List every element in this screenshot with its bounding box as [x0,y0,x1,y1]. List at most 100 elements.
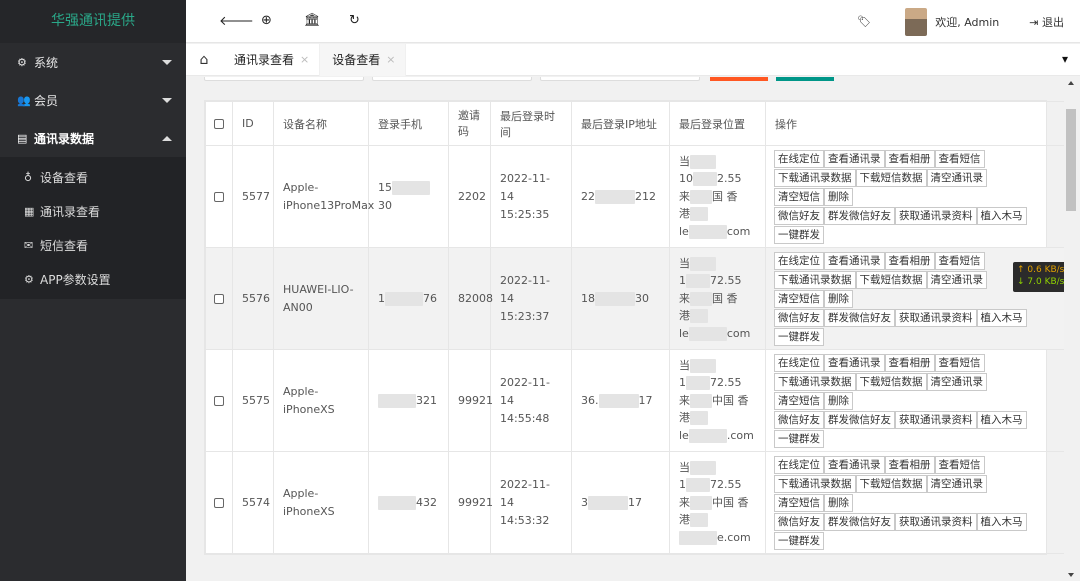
action-button[interactable]: 植入木马 [976,411,1027,429]
action-button[interactable]: 一键群发 [774,532,824,550]
action-button[interactable]: 查看短信 [934,354,985,372]
action-button[interactable]: 下载通讯录数据 [774,271,856,289]
sidebar-item-contacts[interactable]: ▦ 通讯录查看 [0,194,186,228]
action-button[interactable]: 微信好友 [774,513,824,531]
sidebar-item-system[interactable]: ⚙ 系统 [0,43,186,81]
action-button[interactable]: 微信好友 [774,207,824,225]
action-button[interactable]: 查看相册 [884,354,935,372]
device-name: Apple-iPhoneXS [283,384,335,416]
tab-devices[interactable]: 设备查看 × [320,43,407,76]
table-row[interactable]: 5574 Apple-iPhoneXS 432 99921 2022-11-14 14:5… [205,451,1066,554]
action-button[interactable]: 查看短信 [934,150,985,168]
action-button[interactable]: 删除 [824,188,853,206]
action-button[interactable]: 在线定位 [774,150,824,168]
home-icon[interactable]: ⌂ [186,52,222,68]
action-button[interactable]: 一键群发 [774,430,824,448]
scroll-thumb[interactable] [1066,109,1076,211]
select-all-checkbox[interactable] [214,119,224,129]
bank-icon[interactable]: 🏛 [304,13,321,28]
action-button[interactable]: 在线定位 [774,456,824,474]
action-button[interactable]: 群发微信好友 [824,207,895,225]
action-button[interactable]: 查看通讯录 [824,150,885,168]
sidebar-item-contacts-data[interactable]: ▤ 通讯录数据 [0,119,186,157]
action-button[interactable]: 删除 [824,392,853,410]
scroll-down-icon[interactable] [1068,573,1074,577]
action-button[interactable]: 清空短信 [774,494,824,512]
action-button[interactable]: 在线定位 [774,252,824,270]
action-button[interactable]: 查看相册 [884,150,935,168]
action-button[interactable]: 查看通讯录 [824,252,885,270]
scroll-up-icon[interactable] [1068,81,1074,85]
filter-input[interactable] [372,77,532,81]
action-button[interactable]: 群发微信好友 [824,309,895,327]
action-button[interactable]: 下载短信数据 [855,475,927,493]
action-button[interactable]: 查看通讯录 [824,456,885,474]
action-button[interactable]: 群发微信好友 [824,513,895,531]
action-button[interactable]: 清空短信 [774,392,824,410]
action-button[interactable]: 微信好友 [774,309,824,327]
action-button[interactable]: 一键群发 [774,328,824,346]
tag-icon[interactable]: 🏷 [857,15,871,28]
action-button[interactable]: 清空通讯录 [926,169,987,187]
close-icon[interactable]: × [386,53,395,66]
action-button[interactable]: 删除 [824,494,853,512]
sidebar-item-app-settings[interactable]: ⚙ APP参数设置 [0,262,186,296]
row-checkbox[interactable] [214,395,224,406]
action-button[interactable]: 下载通讯录数据 [774,475,856,493]
action-button[interactable]: 获取通讯录资料 [895,513,977,531]
action-button[interactable]: 群发微信好友 [824,411,895,429]
action-button[interactable]: 下载通讯录数据 [774,169,856,187]
table-row[interactable]: 5575 Apple-iPhoneXS 321 99921 2022-11-14 14:5… [205,349,1066,452]
redacted-block [690,513,708,528]
action-button[interactable]: 清空短信 [774,188,824,206]
scrollbar[interactable] [1064,77,1078,581]
row-checkbox[interactable] [214,293,224,304]
action-button[interactable]: 下载短信数据 [855,169,927,187]
device-name: HUAWEI-LIO-AN00 [283,282,354,314]
actions-cell: 在线定位 查看通讯录 查看相册 查看短信下载通讯录数据 下载短信数据 清空通讯录清空短信删… [765,145,1066,248]
action-button[interactable]: 清空短信 [774,290,824,308]
action-button[interactable]: 删除 [824,290,853,308]
action-button[interactable]: 获取通讯录资料 [895,309,977,327]
sidebar-submenu: ♁ 设备查看 ▦ 通讯录查看 ✉ 短信查看 ⚙ APP参数设置 [0,157,186,299]
action-button[interactable]: 一键群发 [774,226,824,244]
filter-input[interactable] [204,77,364,81]
action-button[interactable]: 植入木马 [976,309,1027,327]
sidebar-item-devices[interactable]: ♁ 设备查看 [0,160,186,194]
avatar[interactable] [905,7,928,36]
action-button[interactable]: 获取通讯录资料 [895,207,977,225]
action-button[interactable]: 植入木马 [976,513,1027,531]
action-button[interactable]: 获取通讯录资料 [895,411,977,429]
action-button[interactable]: 下载短信数据 [855,373,927,391]
action-button[interactable]: 查看短信 [934,252,985,270]
filter-input[interactable] [540,77,700,81]
action-button[interactable]: 下载短信数据 [855,271,927,289]
chevron-down-icon[interactable]: ▾ [1062,52,1068,66]
action-button[interactable]: 查看相册 [884,456,935,474]
search-button[interactable] [710,77,768,81]
table-row[interactable]: 5576 HUAWEI-LIO-AN00 1 76 82008 2022-11-14 15:… [205,247,1066,350]
action-button[interactable]: 微信好友 [774,411,824,429]
sidebar-item-sms[interactable]: ✉ 短信查看 [0,228,186,262]
logout-button[interactable]: ⇥ 退出 [1029,14,1064,30]
sidebar-item-members[interactable]: 👥 会员 [0,81,186,119]
crosshair-icon[interactable]: ⊕ [261,13,272,28]
table-row[interactable]: 5577 Apple-iPhone13ProMax 15 30 2202 2022-11-… [205,145,1066,248]
refresh-icon[interactable]: ↻ [349,13,360,28]
action-button[interactable]: 下载通讯录数据 [774,373,856,391]
close-icon[interactable]: × [300,53,309,66]
welcome-text[interactable]: 欢迎, Admin [935,14,999,30]
row-checkbox[interactable] [214,497,224,508]
tab-contacts[interactable]: 通讯录查看 × [222,43,321,76]
action-button[interactable]: 查看通讯录 [824,354,885,372]
action-button[interactable]: 查看短信 [934,456,985,474]
action-button[interactable]: 植入木马 [976,207,1027,225]
reset-button[interactable] [776,77,834,81]
action-button[interactable]: 清空通讯录 [926,373,987,391]
action-button[interactable]: 清空通讯录 [926,475,987,493]
action-button[interactable]: 查看相册 [884,252,935,270]
action-button[interactable]: 在线定位 [774,354,824,372]
row-checkbox[interactable] [214,191,224,202]
action-button[interactable]: 清空通讯录 [926,271,987,289]
back-arrow-icon[interactable]: 🡐 [219,13,254,29]
